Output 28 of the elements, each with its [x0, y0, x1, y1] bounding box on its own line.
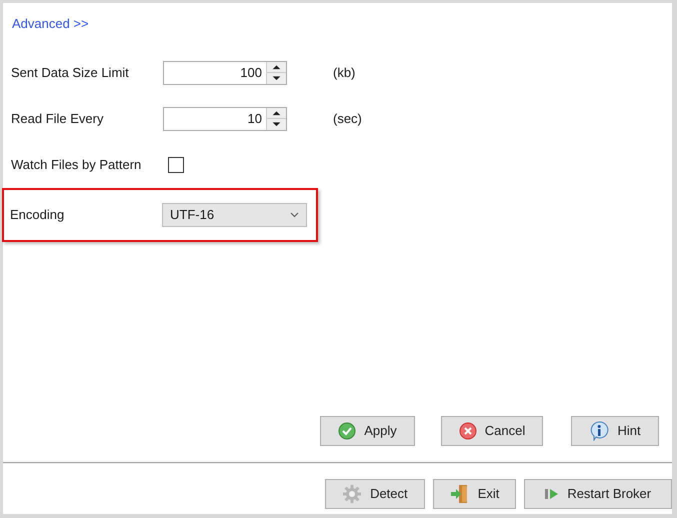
spin-down-icon[interactable] [267, 73, 286, 84]
checkbox[interactable] [168, 156, 184, 172]
number-field[interactable]: 10 [163, 106, 287, 130]
unit-label: (kb) [333, 64, 356, 82]
number-field[interactable]: 100 [163, 60, 287, 84]
apply-button[interactable]: Apply [320, 416, 415, 446]
advanced-link[interactable]: Advanced >> [12, 14, 89, 34]
cancel-button[interactable]: Cancel [441, 416, 543, 446]
play-icon [545, 487, 560, 501]
info-icon [589, 421, 610, 441]
spin-up-icon[interactable] [267, 108, 286, 119]
exit-button[interactable]: Exit [432, 479, 516, 509]
check-icon [338, 422, 356, 440]
unit-label: (sec) [333, 110, 362, 128]
gear-icon [342, 484, 362, 504]
hint-button[interactable]: Hint [571, 416, 659, 446]
chevron-down-icon [290, 212, 299, 218]
spin-up-icon[interactable] [267, 62, 286, 73]
field-label: Read File Every [10, 110, 104, 128]
field-label: Sent Data Size Limit [10, 64, 130, 82]
field-label: Encoding [9, 206, 66, 224]
door-icon [450, 484, 470, 504]
close-icon [458, 422, 477, 440]
spin-down-icon[interactable] [267, 119, 286, 130]
field-label: Watch Files by Pattern [10, 156, 142, 174]
restart-button[interactable]: Restart Broker [524, 479, 672, 509]
detect-button[interactable]: Detect [325, 479, 425, 509]
dropdown[interactable]: UTF-16 [162, 202, 307, 226]
